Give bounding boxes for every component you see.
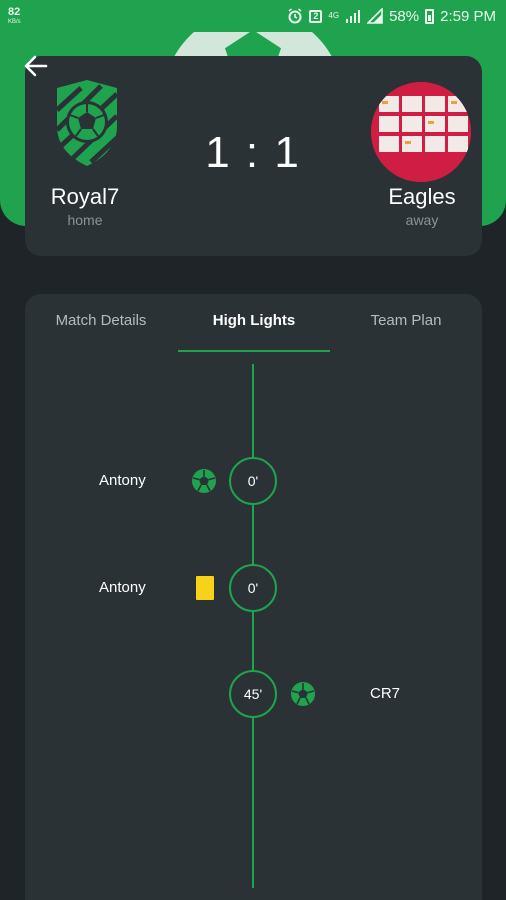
signal-icon-2: [367, 8, 383, 24]
home-team-logo: [55, 80, 119, 166]
tab-match-details[interactable]: Match Details: [25, 312, 177, 329]
back-arrow-icon[interactable]: [22, 52, 50, 80]
home-team-side: home: [67, 212, 103, 228]
signal-icon: [346, 10, 361, 23]
event-player-1: Antony: [99, 472, 146, 489]
network-type: 4G: [328, 11, 340, 20]
network-speed-unit: KB/s: [8, 19, 21, 25]
timeline-line: [252, 364, 254, 888]
network-speed-value: 82: [8, 6, 21, 18]
tab-bar: Match Details High Lights Team Plan: [25, 294, 482, 354]
clock: 2:59 PM: [440, 7, 496, 25]
event-minute-3: 45': [229, 670, 277, 718]
score-card: Royal7 home 1 : 1 Eagles away: [25, 56, 482, 256]
tab-high-lights[interactable]: High Lights: [178, 312, 330, 329]
yellow-card-icon: [196, 576, 214, 600]
details-card: Match Details High Lights Team Plan Anto…: [25, 294, 482, 900]
battery-icon: [425, 8, 435, 24]
alarm-icon: [288, 8, 302, 24]
event-player-3: CR7: [370, 685, 401, 702]
event-minute-2: 0': [229, 564, 277, 612]
away-team-name: Eagles: [388, 184, 456, 209]
soccer-ball-icon: [291, 682, 315, 706]
network-speed: 82 KB/s: [8, 6, 21, 26]
tab-team-plan[interactable]: Team Plan: [330, 312, 482, 329]
away-team-side: away: [405, 212, 439, 228]
soccer-ball-icon: [192, 469, 216, 493]
status-bar: 82 KB/s 2 4G 58% 2:59 PM: [0, 0, 506, 32]
active-tab-indicator: [178, 350, 330, 352]
away-team-logo: [371, 82, 471, 182]
battery-percent: 58%: [389, 7, 420, 25]
event-player-2: Antony: [99, 579, 146, 596]
event-minute-1: 0': [229, 457, 277, 505]
match-score: 1 : 1: [205, 128, 301, 177]
home-team-name: Royal7: [50, 184, 120, 209]
sim-icon: 2: [309, 9, 323, 23]
